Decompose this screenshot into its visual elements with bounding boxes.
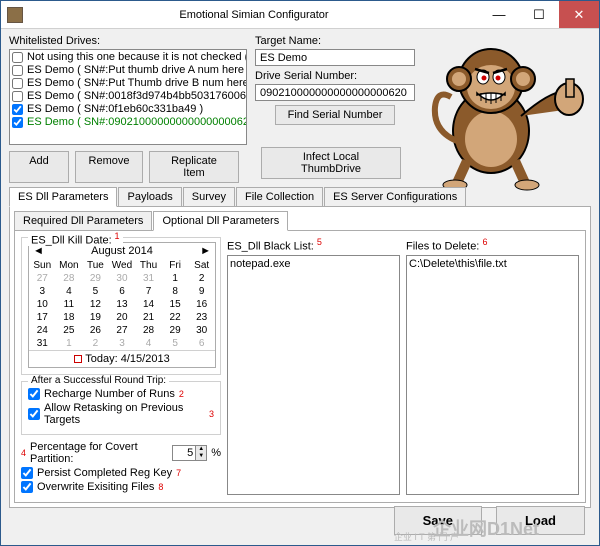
list-item[interactable]: Not using this one because it is not che… <box>11 51 245 64</box>
subtab-required-dll-parameters[interactable]: Required Dll Parameters <box>14 211 152 230</box>
minimize-button[interactable]: — <box>479 1 519 28</box>
monkey-image <box>421 31 591 191</box>
drive-checkbox[interactable] <box>12 91 23 102</box>
main-tabs: ES Dll ParametersPayloadsSurveyFile Coll… <box>9 187 591 207</box>
list-item[interactable]: ES Demo ( SN#:0f1eb60c331ba49 ) <box>11 103 245 116</box>
retask-checkbox[interactable] <box>28 408 40 420</box>
serial-input[interactable] <box>255 84 415 101</box>
spin-up-icon[interactable]: ▲ <box>196 446 206 453</box>
delete-label: Files to Delete: <box>406 241 479 253</box>
covert-input[interactable] <box>172 445 196 461</box>
replicate-button[interactable]: Replicate Item <box>149 151 239 183</box>
delete-box[interactable]: C:\Delete\this\file.txt <box>406 255 579 495</box>
target-name-input[interactable] <box>255 49 415 66</box>
calendar[interactable]: ◄ August 2014 ► SunMonTueWedThuFriSat272… <box>28 242 216 368</box>
roundtrip-label: After a Successful Round Trip: <box>28 375 169 386</box>
drive-checkbox[interactable] <box>12 104 23 115</box>
list-item[interactable]: ES Demo ( SN#:Put thumb drive A num here… <box>11 64 245 77</box>
list-item[interactable]: ES Demo ( SN#:0018f3d974b4bb503176006d ) <box>11 90 245 103</box>
drive-checkbox[interactable] <box>12 65 23 76</box>
tab-es-dll-parameters[interactable]: ES Dll Parameters <box>9 187 117 207</box>
load-button[interactable]: Load <box>496 506 585 535</box>
find-serial-button[interactable]: Find Serial Number <box>275 105 395 125</box>
serial-label: Drive Serial Number: <box>255 70 415 82</box>
cal-month: August 2014 <box>91 245 153 257</box>
sub-tabs: Required Dll ParametersOptional Dll Para… <box>14 211 586 231</box>
spin-down-icon[interactable]: ▼ <box>196 453 206 460</box>
cal-today[interactable]: Today: 4/15/2013 <box>85 353 169 365</box>
window-title: Emotional Simian Configurator <box>29 9 479 21</box>
remove-button[interactable]: Remove <box>75 151 143 183</box>
maximize-button[interactable]: ☐ <box>519 1 559 28</box>
whitelisted-label: Whitelisted Drives: <box>9 35 247 47</box>
app-icon <box>7 7 23 23</box>
tab-payloads[interactable]: Payloads <box>118 187 181 206</box>
target-name-label: Target Name: <box>255 35 415 47</box>
list-item[interactable]: ES Demo ( SN#:Put Thumb drive B num here… <box>11 77 245 90</box>
persist-checkbox[interactable] <box>21 467 33 479</box>
add-button[interactable]: Add <box>9 151 69 183</box>
cal-next-icon[interactable]: ► <box>200 245 211 257</box>
app-window: Emotional Simian Configurator — ☐ ✕ Whit… <box>0 0 600 546</box>
overwrite-checkbox[interactable] <box>21 481 33 493</box>
recharge-checkbox[interactable] <box>28 388 40 400</box>
save-button[interactable]: Save <box>394 506 482 535</box>
whitelisted-list[interactable]: Not using this one because it is not che… <box>9 49 247 145</box>
subtab-optional-dll-parameters[interactable]: Optional Dll Parameters <box>153 211 288 231</box>
titlebar: Emotional Simian Configurator — ☐ ✕ <box>1 1 599 29</box>
drive-checkbox[interactable] <box>12 52 23 63</box>
covert-label: Percentage for Covert Partition: <box>30 441 168 465</box>
infect-button[interactable]: Infect Local ThumbDrive <box>261 147 401 179</box>
tab-file-collection[interactable]: File Collection <box>236 187 323 206</box>
drive-checkbox[interactable] <box>12 117 23 128</box>
tab-survey[interactable]: Survey <box>183 187 235 206</box>
cal-prev-icon[interactable]: ◄ <box>33 245 44 257</box>
close-button[interactable]: ✕ <box>559 1 599 28</box>
blacklist-label: ES_Dll Black List: <box>227 241 314 253</box>
drive-checkbox[interactable] <box>12 78 23 89</box>
blacklist-box[interactable]: notepad.exe <box>227 255 400 495</box>
tab-es-server-configurations[interactable]: ES Server Configurations <box>324 187 466 206</box>
list-item[interactable]: ES Demo ( SN#:090210000000000000000620 ) <box>11 116 245 129</box>
killdate-label: ES_Dll Kill Date: <box>31 234 112 246</box>
